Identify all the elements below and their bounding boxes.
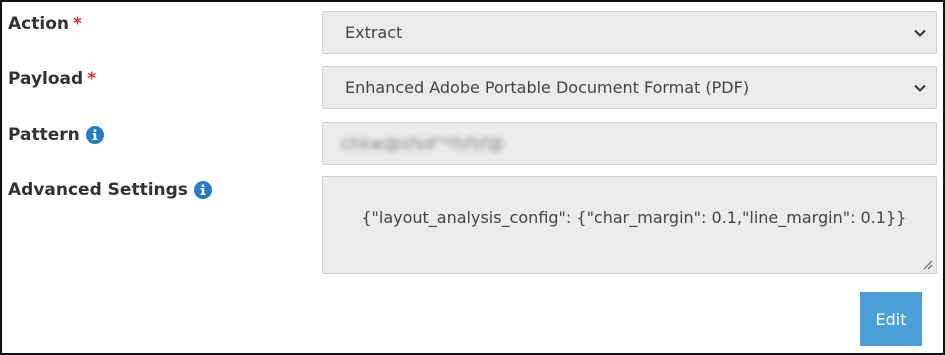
info-icon[interactable] — [85, 126, 104, 144]
chevron-down-icon — [914, 84, 926, 92]
required-asterisk: * — [87, 69, 97, 89]
settings-form-panel: Action * Extract Payload * Enhanced Adobe … — [0, 0, 945, 355]
payload-select-value: Enhanced Adobe Portable Document Format … — [345, 78, 750, 97]
advanced-settings-label: Advanced Settings — [8, 180, 212, 200]
resize-grip-icon[interactable] — [921, 258, 933, 270]
advanced-settings-value: {"layout_analysis_config": {"char_margin… — [361, 208, 907, 227]
advanced-settings-label-text: Advanced Settings — [8, 180, 188, 200]
info-icon[interactable] — [193, 181, 212, 199]
action-select[interactable]: Extract — [322, 11, 937, 54]
advanced-settings-textarea[interactable]: {"layout_analysis_config": {"char_margin… — [322, 176, 937, 274]
pattern-label-text: Pattern — [8, 125, 80, 145]
pattern-value-redacted: chkw@sfsd"*fsfsf@ — [341, 134, 505, 153]
payload-label: Payload * — [8, 69, 96, 89]
action-label-text: Action — [8, 14, 69, 34]
action-select-value: Extract — [345, 23, 403, 42]
required-asterisk: * — [72, 14, 82, 34]
chevron-down-icon — [914, 29, 926, 37]
payload-label-text: Payload — [8, 69, 84, 89]
pattern-input[interactable]: chkw@sfsd"*fsfsf@ — [322, 122, 937, 165]
action-label: Action * — [8, 14, 82, 34]
edit-button[interactable]: Edit — [860, 292, 922, 346]
pattern-label: Pattern — [8, 125, 104, 145]
payload-select[interactable]: Enhanced Adobe Portable Document Format … — [322, 66, 937, 109]
